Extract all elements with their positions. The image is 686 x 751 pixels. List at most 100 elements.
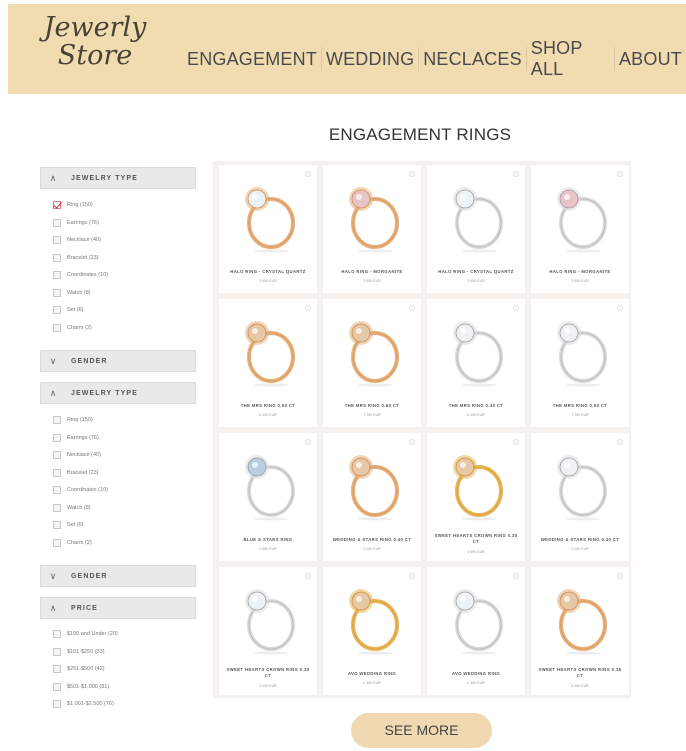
- product-card[interactable]: WEDDING & STARS RING 0.30 CT 4 200 EUR: [531, 433, 629, 561]
- checkbox-icon[interactable]: [53, 416, 61, 424]
- heart-icon[interactable]: [305, 573, 311, 579]
- product-card[interactable]: WEDDING & STARS RING 0.40 CT 4 200 EUR: [323, 433, 421, 561]
- heart-icon[interactable]: [617, 439, 623, 445]
- heart-icon[interactable]: [513, 305, 519, 311]
- nav-wedding[interactable]: WEDDING: [322, 49, 418, 70]
- filter-option[interactable]: Charm (2): [53, 538, 92, 548]
- checkbox-icon[interactable]: [53, 647, 61, 656]
- checkbox-icon[interactable]: [53, 665, 61, 673]
- filter-header-jewelry-type-2[interactable]: ∧ JEWELRY TYPE: [40, 382, 196, 404]
- filter-option[interactable]: Ring (150): [53, 200, 93, 210]
- product-name[interactable]: AVO WEDDING RING: [327, 671, 417, 677]
- product-name[interactable]: SWEET HEARTS CROWN RING 0.30 CT: [431, 533, 521, 545]
- filter-option[interactable]: Coordinates (10): [53, 270, 108, 280]
- filter-option[interactable]: Earrings (76): [53, 218, 99, 228]
- product-card[interactable]: BLUE & STARS RING 2 650 EUR: [219, 433, 317, 561]
- filter-option[interactable]: Necklace (40): [53, 450, 101, 460]
- heart-icon[interactable]: [617, 171, 623, 177]
- heart-icon[interactable]: [617, 573, 623, 579]
- heart-icon[interactable]: [409, 171, 415, 177]
- checkbox-icon[interactable]: [53, 288, 61, 297]
- filter-option[interactable]: Bracelet (23): [53, 253, 99, 263]
- filter-option[interactable]: Necklace (40): [53, 235, 101, 245]
- heart-icon[interactable]: [409, 573, 415, 579]
- product-name[interactable]: AVO WEDDING RING: [431, 671, 521, 677]
- filter-option[interactable]: Bracelet (23): [53, 468, 99, 478]
- checkbox-icon[interactable]: [53, 253, 61, 262]
- chevron-down-icon[interactable]: ∨: [41, 571, 65, 582]
- chevron-up-icon[interactable]: ∧: [41, 173, 65, 184]
- product-card[interactable]: AVO WEDDING RING 2 300 EUR: [427, 567, 525, 695]
- checkbox-icon[interactable]: [53, 538, 61, 547]
- product-name[interactable]: THE MRS RING 0.50 CT: [535, 403, 625, 409]
- checkbox-icon[interactable]: [53, 433, 61, 442]
- filter-option[interactable]: $1,001-$2,500 (76): [53, 699, 114, 709]
- filter-header-jewelry-type-1[interactable]: ∧ JEWELRY TYPE: [40, 167, 196, 189]
- filter-option[interactable]: Earrings (76): [53, 433, 99, 443]
- product-name[interactable]: BLUE & STARS RING: [223, 537, 313, 543]
- product-name[interactable]: THE MRS RING 0.30 CT: [431, 403, 521, 409]
- product-card[interactable]: SWEET HEARTS CROWN RING 0.30 CT 4 690 EUR: [427, 433, 525, 561]
- product-name[interactable]: HALO RING - MORGANITE: [327, 269, 417, 275]
- checkbox-icon[interactable]: [53, 218, 61, 227]
- checkbox-icon[interactable]: [53, 521, 61, 529]
- filter-header-price[interactable]: ∧ PRICE: [40, 597, 196, 619]
- product-card[interactable]: HALO RING - MORGANITE 3 950 EUR: [323, 165, 421, 293]
- filter-option[interactable]: Watch (8): [53, 288, 91, 298]
- filter-option[interactable]: Coordinates (10): [53, 485, 108, 495]
- checkbox-icon[interactable]: [53, 306, 61, 314]
- nav-necklaces[interactable]: NECLACES: [419, 49, 526, 70]
- checkbox-icon[interactable]: [53, 682, 61, 691]
- chevron-up-icon[interactable]: ∧: [41, 603, 65, 614]
- heart-icon[interactable]: [305, 305, 311, 311]
- see-more-button[interactable]: SEE MORE: [351, 713, 492, 748]
- product-name[interactable]: THE MRS RING 0.60 CT: [327, 403, 417, 409]
- filter-option[interactable]: Ring (150): [53, 415, 93, 425]
- filter-option[interactable]: $100 and Under (20): [53, 629, 118, 639]
- nav-about[interactable]: ABOUT: [615, 49, 686, 70]
- filter-header-gender-1[interactable]: ∨ GENDER: [40, 350, 196, 372]
- product-card[interactable]: AVO WEDDING RING 2 300 EUR: [323, 567, 421, 695]
- chevron-down-icon[interactable]: ∨: [41, 356, 65, 367]
- store-logo[interactable]: Jewerly Store: [40, 14, 150, 70]
- filter-option[interactable]: $101-$250 (33): [53, 647, 105, 657]
- heart-icon[interactable]: [513, 171, 519, 177]
- product-name[interactable]: HALO RING - MORGANITE: [535, 269, 625, 275]
- filter-option[interactable]: Charm (2): [53, 323, 92, 333]
- checkbox-icon[interactable]: [53, 201, 61, 209]
- heart-icon[interactable]: [409, 305, 415, 311]
- product-card[interactable]: THE MRS RING 0.50 CT 7 750 EUR: [531, 299, 629, 427]
- product-card[interactable]: HALO RING - CRYSTAL QUARTZ 3 950 EUR: [219, 165, 317, 293]
- checkbox-icon[interactable]: [53, 323, 61, 332]
- checkbox-icon[interactable]: [53, 700, 61, 708]
- nav-engagement[interactable]: ENGAGEMENT: [183, 49, 321, 70]
- filter-header-gender-2[interactable]: ∨ GENDER: [40, 565, 196, 587]
- checkbox-icon[interactable]: [53, 630, 61, 638]
- filter-option[interactable]: $251-$500 (42): [53, 664, 105, 674]
- nav-shop-all[interactable]: SHOP ALL: [527, 38, 614, 80]
- checkbox-icon[interactable]: [53, 236, 61, 244]
- product-name[interactable]: HALO RING - CRYSTAL QUARTZ: [223, 269, 313, 275]
- product-name[interactable]: HALO RING - CRYSTAL QUARTZ: [431, 269, 521, 275]
- filter-option[interactable]: $501-$1,000 (81): [53, 682, 109, 692]
- checkbox-icon[interactable]: [53, 451, 61, 459]
- product-card[interactable]: SWEET HEARTS CROWN RING 0.35 CT 5 260 EUR: [531, 567, 629, 695]
- filter-option[interactable]: Set (6): [53, 520, 84, 530]
- heart-icon[interactable]: [513, 573, 519, 579]
- checkbox-icon[interactable]: [53, 468, 61, 477]
- filter-option[interactable]: Watch (8): [53, 503, 91, 513]
- product-card[interactable]: THE MRS RING 0.60 CT 7 750 EUR: [323, 299, 421, 427]
- heart-icon[interactable]: [305, 439, 311, 445]
- heart-icon[interactable]: [305, 171, 311, 177]
- heart-icon[interactable]: [409, 439, 415, 445]
- product-card[interactable]: HALO RING - CRYSTAL QUARTZ 3 950 EUR: [427, 165, 525, 293]
- product-name[interactable]: SWEET HEARTS CROWN RING 0.35 CT: [535, 667, 625, 679]
- checkbox-icon[interactable]: [53, 486, 61, 494]
- checkbox-icon[interactable]: [53, 503, 61, 512]
- product-name[interactable]: WEDDING & STARS RING 0.40 CT: [327, 537, 417, 543]
- product-card[interactable]: THE MRS RING 0.50 CT 6 420 EUR: [219, 299, 317, 427]
- heart-icon[interactable]: [617, 305, 623, 311]
- product-card[interactable]: THE MRS RING 0.30 CT 6 490 EUR: [427, 299, 525, 427]
- filter-option[interactable]: Set (6): [53, 305, 84, 315]
- product-name[interactable]: SWEET HEARTS CROWN RING 0.30 CT: [223, 667, 313, 679]
